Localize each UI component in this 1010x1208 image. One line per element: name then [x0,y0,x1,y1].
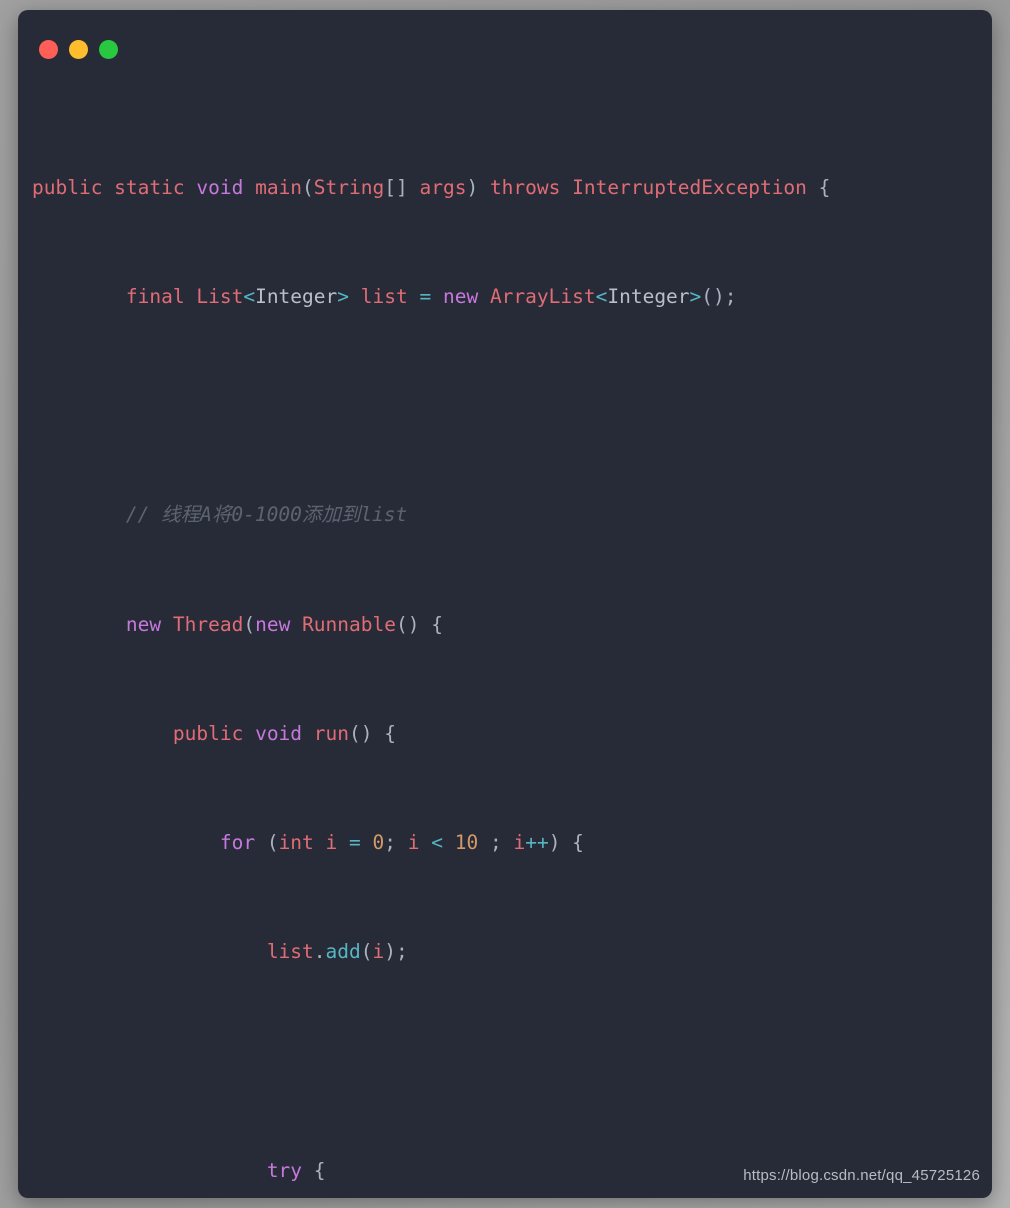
code-line[interactable]: public static void main(String[] args) t… [18,174,992,201]
code-line[interactable]: list.add(i); [18,938,992,965]
code-line[interactable]: new Thread(new Runnable() { [18,611,992,638]
desktop-background: public static void main(String[] args) t… [0,0,1010,1208]
code-editor-window: public static void main(String[] args) t… [18,10,992,1198]
minimize-button-icon[interactable] [69,40,88,59]
window-titlebar[interactable] [18,10,992,72]
code-line[interactable]: public void run() { [18,720,992,747]
maximize-button-icon[interactable] [99,40,118,59]
code-line[interactable]: final List<Integer> list = new ArrayList… [18,283,992,310]
code-line-comment[interactable]: // 线程A将0-1000添加到list [18,501,992,528]
watermark-text: https://blog.csdn.net/qq_45725126 [743,1167,980,1184]
code-line[interactable]: for (int i = 0; i < 10 ; i++) { [18,829,992,856]
close-button-icon[interactable] [39,40,58,59]
code-content[interactable]: public static void main(String[] args) t… [18,72,992,1198]
